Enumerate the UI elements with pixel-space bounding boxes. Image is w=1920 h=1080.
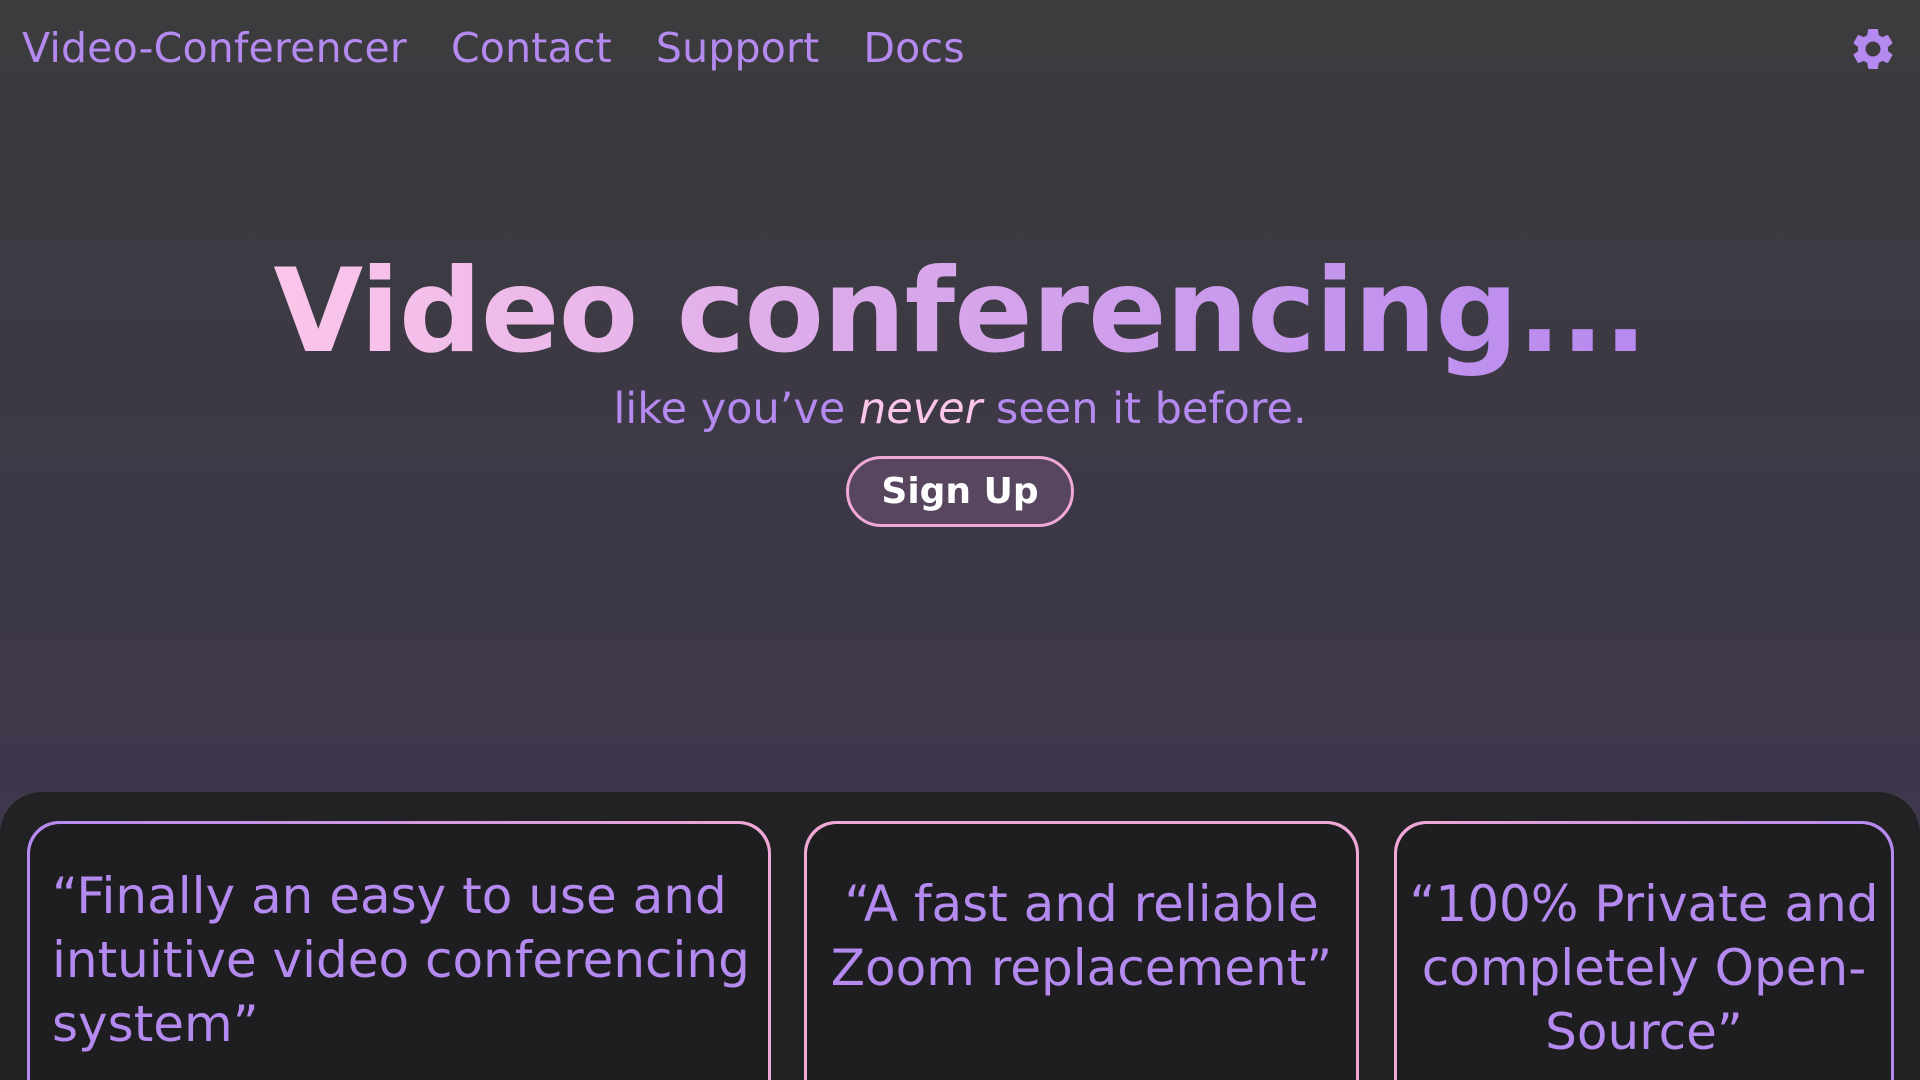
nav-links: Video-Conferencer Contact Support Docs [22,24,965,72]
settings-button[interactable] [1848,24,1898,74]
hero-subtitle-end: seen it before. [982,384,1307,435]
hero-subtitle-emphasis: never [858,384,983,435]
testimonial-quote: “A fast and reliable Zoom replacement” [830,875,1333,997]
sign-up-button[interactable]: Sign Up [846,456,1074,528]
brand-link[interactable]: Video-Conferencer [22,24,407,72]
hero-section: Video conferencing... like you’ve never … [0,244,1920,528]
testimonials-section: “Finally an easy to use and intuitive vi… [0,792,1920,1080]
nav-link-support[interactable]: Support [656,24,819,72]
hero-subtitle: like you’ve never seen it before. [0,384,1920,434]
testimonial-card: “A fast and reliable Zoom replacement” [804,821,1359,1080]
nav-link-contact[interactable]: Contact [451,24,612,72]
nav-link-docs[interactable]: Docs [863,24,964,72]
page: Video-Conferencer Contact Support Docs V… [0,0,1920,1080]
testimonial-card: “Finally an easy to use and intuitive vi… [27,821,771,1080]
top-navigation-bar: Video-Conferencer Contact Support Docs [0,0,1920,104]
testimonial-card: “100% Private and completely Open-Source… [1394,821,1894,1080]
hero-title: Video conferencing... [273,244,1647,379]
testimonial-card-body: “100% Private and completely Open-Source… [1397,824,1891,1080]
testimonial-quote: “Finally an easy to use and intuitive vi… [52,867,750,1053]
hero-subtitle-start: like you’ve [613,384,859,435]
testimonial-quote: “100% Private and completely Open-Source… [1409,875,1879,1061]
testimonial-card-body: “A fast and reliable Zoom replacement” [807,824,1356,1080]
gear-icon [1853,28,1893,70]
testimonial-card-body: “Finally an easy to use and intuitive vi… [30,824,768,1080]
